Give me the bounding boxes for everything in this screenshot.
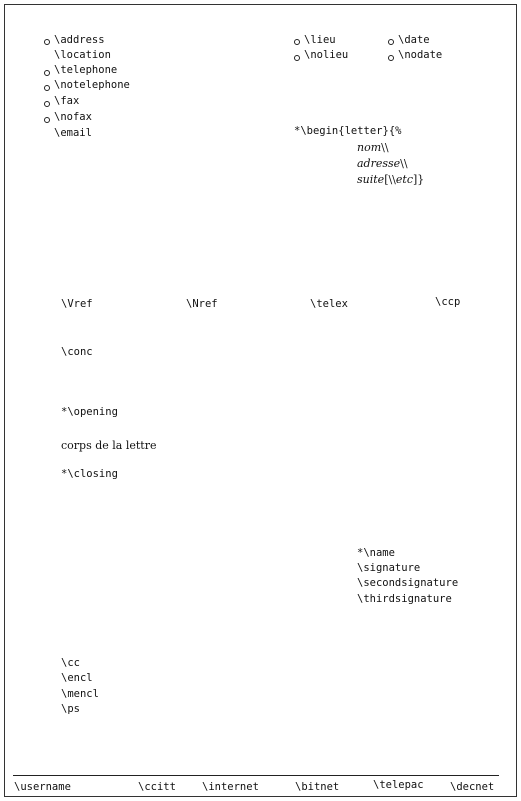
line-break: \\ bbox=[381, 141, 389, 154]
nodate-command: \nodate bbox=[398, 49, 443, 61]
telepac-command: \telepac bbox=[373, 779, 424, 791]
lieu-command: \lieu bbox=[304, 34, 336, 46]
optional-marker-icon bbox=[44, 85, 50, 91]
name-command: *\name bbox=[357, 547, 395, 559]
recipient-name-line: nom\\ bbox=[357, 141, 389, 154]
begin-letter-command: *\begin{letter}{% bbox=[294, 125, 402, 137]
nofax-command: \nofax bbox=[54, 111, 92, 123]
nolieu-command: \nolieu bbox=[304, 49, 349, 61]
recipient-suite: suite bbox=[357, 173, 385, 186]
optional-marker-icon bbox=[294, 55, 300, 61]
secondsignature-command: \secondsignature bbox=[357, 577, 459, 589]
fax-command: \fax bbox=[54, 95, 80, 107]
ccitt-command: \ccitt bbox=[138, 781, 176, 793]
etc-text: etc bbox=[395, 173, 413, 186]
recipient-suite-line: suite[\\etc]} bbox=[357, 173, 424, 186]
mencl-command: \mencl bbox=[61, 688, 99, 700]
optional-marker-icon bbox=[294, 39, 300, 45]
footer-rule bbox=[13, 775, 499, 776]
thirdsignature-command: \thirdsignature bbox=[357, 593, 452, 605]
email-command: \email bbox=[54, 127, 92, 139]
suite-bracket: [\\ bbox=[384, 173, 396, 186]
telex-command: \telex bbox=[310, 298, 348, 310]
letter-template-page: \address \location \telephone \notelepho… bbox=[4, 4, 517, 797]
optional-marker-icon bbox=[388, 55, 394, 61]
ccp-command: \ccp bbox=[435, 296, 461, 308]
ps-command: \ps bbox=[61, 703, 80, 715]
bitnet-command: \bitnet bbox=[295, 781, 340, 793]
optional-marker-icon bbox=[44, 70, 50, 76]
optional-marker-icon bbox=[44, 39, 50, 45]
optional-marker-icon bbox=[388, 39, 394, 45]
line-break: \\ bbox=[400, 157, 408, 170]
conc-command: \conc bbox=[61, 346, 93, 358]
telephone-command: \telephone bbox=[54, 64, 118, 76]
notelephone-command: \notelephone bbox=[54, 79, 130, 91]
internet-command: \internet bbox=[202, 781, 259, 793]
cc-command: \cc bbox=[61, 657, 80, 669]
address-command: \address bbox=[54, 34, 105, 46]
date-command: \date bbox=[398, 34, 430, 46]
location-command: \location bbox=[54, 49, 111, 61]
vref-command: \Vref bbox=[61, 298, 93, 310]
optional-marker-icon bbox=[44, 117, 50, 123]
decnet-command: \decnet bbox=[450, 781, 495, 793]
letter-body-text: corps de la lettre bbox=[61, 439, 157, 452]
suite-close: ]} bbox=[413, 173, 425, 186]
signature-command: \signature bbox=[357, 562, 421, 574]
nref-command: \Nref bbox=[186, 298, 218, 310]
closing-command: *\closing bbox=[61, 468, 118, 480]
recipient-address-line: adresse\\ bbox=[357, 157, 408, 170]
optional-marker-icon bbox=[44, 101, 50, 107]
recipient-name: nom bbox=[357, 141, 382, 154]
encl-command: \encl bbox=[61, 672, 93, 684]
opening-command: *\opening bbox=[61, 406, 118, 418]
username-command: \username bbox=[14, 781, 71, 793]
recipient-address: adresse bbox=[357, 157, 401, 170]
